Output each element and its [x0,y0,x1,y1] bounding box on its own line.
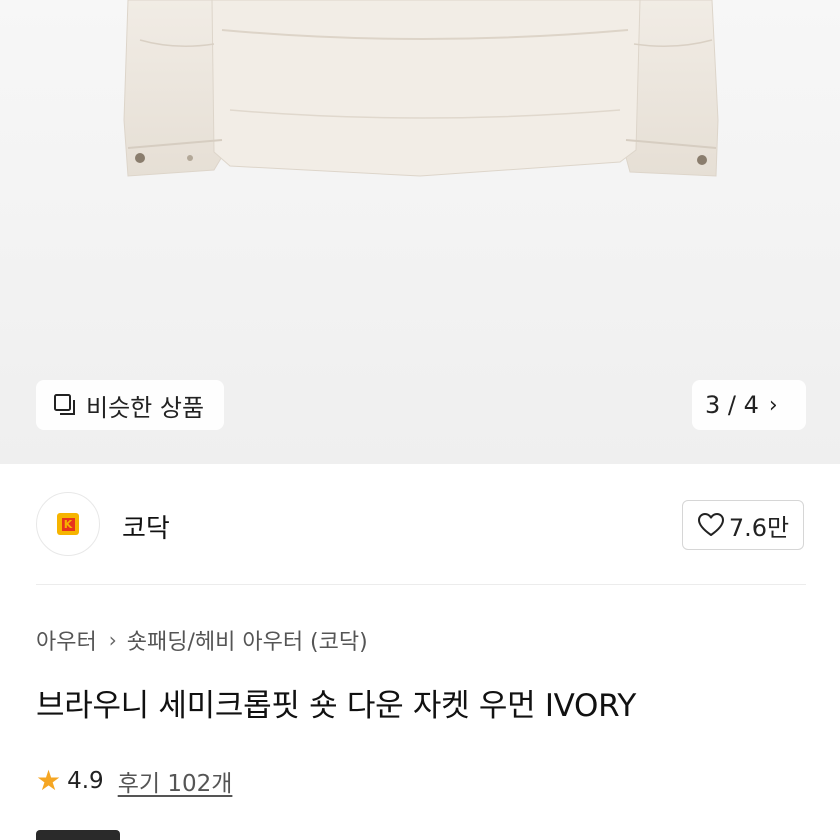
similar-items-icon [54,394,75,415]
partial-badge [36,830,120,840]
similar-products-button[interactable]: 비슷한 상품 [36,380,224,430]
product-title: 브라우니 세미크롭핏 숏 다운 자켓 우먼 IVORY [36,688,637,724]
brand-logo[interactable]: K [36,492,100,556]
brand-name[interactable]: 코닥 [122,508,170,545]
chevron-right-icon: › [108,628,117,652]
divider [36,584,806,585]
like-count: 7.6만 [728,513,790,542]
brand-row: K 코닥 7.6만 [36,492,806,558]
product-image [123,0,719,177]
rating-row: ★ 4.9 후기 102개 [36,764,232,798]
image-pager-count: 3 / 4 [705,391,759,419]
reviews-link[interactable]: 후기 102개 [118,764,233,798]
breadcrumb-item-short-padding[interactable]: 숏패딩/헤비 아우터 (코닥) [127,624,368,656]
breadcrumb-item-outer[interactable]: 아우터 [36,624,97,656]
kodak-logo-icon: K [57,513,79,535]
heart-icon [697,513,724,536]
product-image-gallery[interactable]: 비슷한 상품 3 / 4 › [0,0,840,464]
similar-products-label: 비슷한 상품 [86,393,205,422]
star-icon: ★ [36,764,62,797]
image-pager[interactable]: 3 / 4 › [692,380,806,430]
breadcrumb: 아우터 › 숏패딩/헤비 아우터 (코닥) [36,624,368,656]
rating-score: 4.9 [67,768,104,794]
chevron-right-icon: › [768,392,778,418]
brand-like-button[interactable]: 7.6만 [682,500,804,550]
